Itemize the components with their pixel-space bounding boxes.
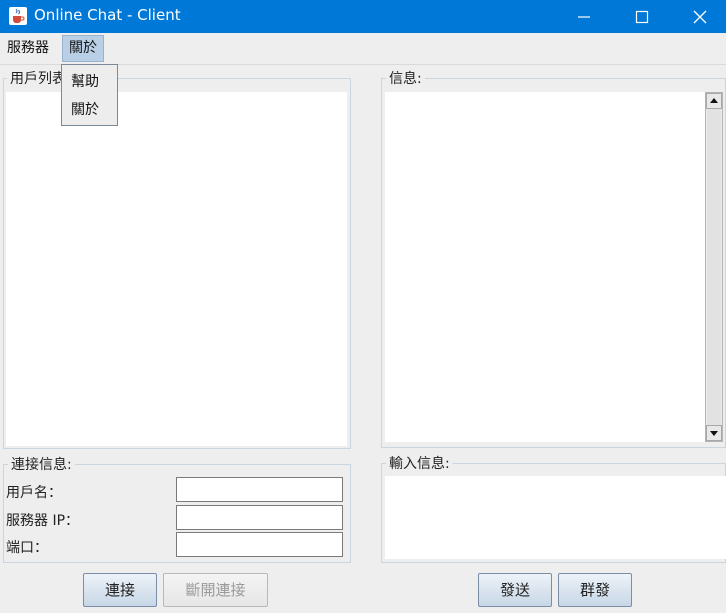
message-input[interactable] xyxy=(385,476,726,559)
menu-server[interactable]: 服務器 xyxy=(1,35,55,61)
title-bar[interactable]: Online Chat - Client xyxy=(0,0,726,33)
port-field[interactable] xyxy=(176,532,343,557)
java-coffee-cup-icon xyxy=(9,7,27,25)
group-send-button[interactable]: 群發 xyxy=(558,573,632,607)
messages-scrollbar[interactable] xyxy=(705,92,723,442)
user-list[interactable] xyxy=(6,92,347,446)
scroll-down-button[interactable] xyxy=(706,425,722,441)
messages-area[interactable] xyxy=(385,92,705,442)
connection-info-title: 連接信息: xyxy=(8,454,75,474)
connect-button[interactable]: 連接 xyxy=(83,573,157,607)
username-field[interactable] xyxy=(176,477,343,502)
disconnect-button[interactable]: 斷開連接 xyxy=(163,573,268,607)
port-label: 端口： xyxy=(6,540,48,556)
menu-about[interactable]: 關於 xyxy=(62,35,104,62)
scroll-down-arrow-icon xyxy=(710,431,718,436)
close-icon xyxy=(693,10,707,24)
scroll-up-button[interactable] xyxy=(706,93,722,109)
user-list-title: 用戶列表 xyxy=(7,68,69,88)
about-dropdown-menu: 幫助 關於 xyxy=(61,64,118,126)
server-ip-field[interactable] xyxy=(176,505,343,530)
maximize-button[interactable] xyxy=(613,0,671,33)
minimize-button[interactable] xyxy=(555,0,613,33)
minimize-icon xyxy=(578,16,590,18)
maximize-icon xyxy=(635,10,649,24)
scroll-up-arrow-icon xyxy=(710,98,718,103)
server-ip-label: 服務器 IP： xyxy=(6,513,80,529)
input-message-title: 輸入信息: xyxy=(386,453,453,473)
send-button[interactable]: 發送 xyxy=(478,573,552,607)
username-label: 用戶名： xyxy=(6,485,62,501)
close-button[interactable] xyxy=(671,0,726,33)
messages-title: 信息: xyxy=(386,68,425,88)
menu-item-help[interactable]: 幫助 xyxy=(62,68,117,96)
menu-item-about[interactable]: 關於 xyxy=(62,96,117,124)
scroll-thumb[interactable] xyxy=(707,109,721,425)
menu-bar: 服務器 關於 xyxy=(0,33,726,65)
window-title: Online Chat - Client xyxy=(34,6,181,24)
